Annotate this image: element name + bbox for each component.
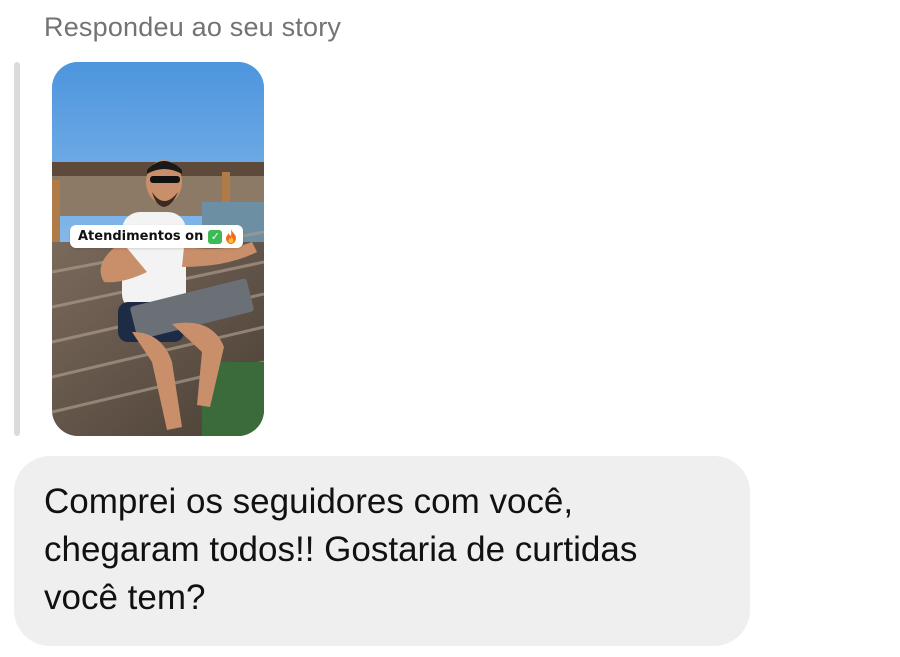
fire-icon [226,229,237,244]
story-quote-bar [14,62,20,436]
sticker-text: Atendimentos on [78,229,204,244]
message-text: Comprei os seguidores com você, chegaram… [44,482,638,617]
check-mark-button-icon: ✓ [208,229,223,244]
story-photo [52,62,264,436]
message-bubble[interactable]: Comprei os seguidores com você, chegaram… [14,456,750,646]
story-sticker: Atendimentos on ✓ [70,225,244,248]
reply-context-label: Respondeu ao seu story [44,12,342,42]
story-thumbnail[interactable] [52,62,264,436]
